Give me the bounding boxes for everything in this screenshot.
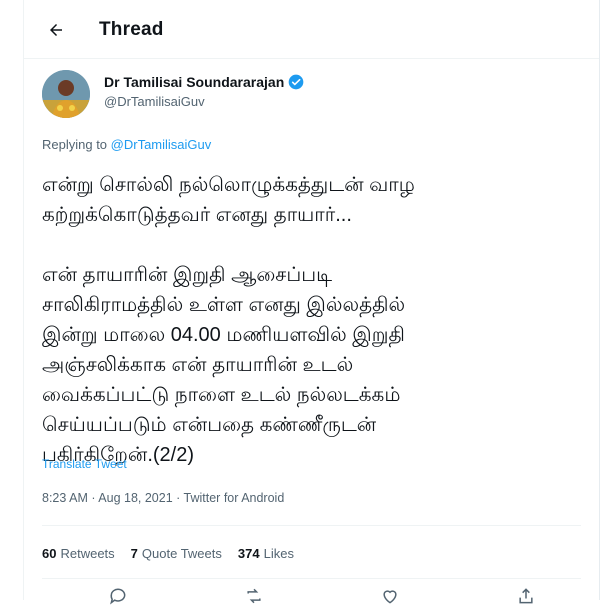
action-bar bbox=[24, 586, 599, 606]
tweet-stats: 60 Retweets 7 Quote Tweets 374 Likes bbox=[42, 546, 294, 561]
replying-handle-link[interactable]: @DrTamilisaiGuv bbox=[111, 137, 212, 152]
quotes-count: 7 bbox=[130, 546, 138, 561]
tweet-text: என்று சொல்லி நல்லொழுக்கத்துடன் வாழ கற்று… bbox=[42, 174, 415, 466]
replying-to: Replying to @DrTamilisaiGuv bbox=[42, 137, 211, 152]
quotes-label: Quote Tweets bbox=[141, 546, 222, 561]
likes-label: Likes bbox=[263, 546, 294, 561]
tweet-meta[interactable]: 8:23 AM · Aug 18, 2021 · Twitter for And… bbox=[42, 491, 284, 505]
likes-count: 374 bbox=[237, 546, 260, 561]
header: Thread bbox=[24, 0, 599, 59]
retweets-label: Retweets bbox=[60, 546, 115, 561]
like-icon[interactable] bbox=[380, 586, 402, 608]
author-handle[interactable]: @DrTamilisaiGuv bbox=[104, 94, 205, 109]
replying-prefix: Replying to bbox=[42, 137, 111, 152]
author-row: Dr Tamilisai Soundararajan bbox=[104, 74, 304, 90]
page-title: Thread bbox=[99, 19, 164, 40]
arrow-left-icon[interactable] bbox=[46, 20, 66, 40]
share-icon[interactable] bbox=[516, 586, 538, 608]
likes-stat[interactable]: 374 Likes bbox=[238, 546, 294, 561]
divider bbox=[42, 578, 581, 579]
translate-tweet-link[interactable]: Translate Tweet bbox=[42, 457, 127, 471]
verified-badge-icon bbox=[288, 74, 304, 90]
retweets-stat[interactable]: 60 Retweets bbox=[42, 546, 115, 561]
retweets-count: 60 bbox=[42, 546, 57, 561]
quote-tweets-stat[interactable]: 7 Quote Tweets bbox=[131, 546, 222, 561]
divider bbox=[42, 525, 581, 526]
avatar[interactable] bbox=[42, 70, 90, 118]
retweet-icon[interactable] bbox=[244, 586, 266, 608]
reply-icon[interactable] bbox=[108, 586, 130, 608]
author-name[interactable]: Dr Tamilisai Soundararajan bbox=[104, 74, 284, 90]
thread-panel: Thread Dr Tamilisai Soundararajan @DrTam… bbox=[23, 0, 600, 605]
